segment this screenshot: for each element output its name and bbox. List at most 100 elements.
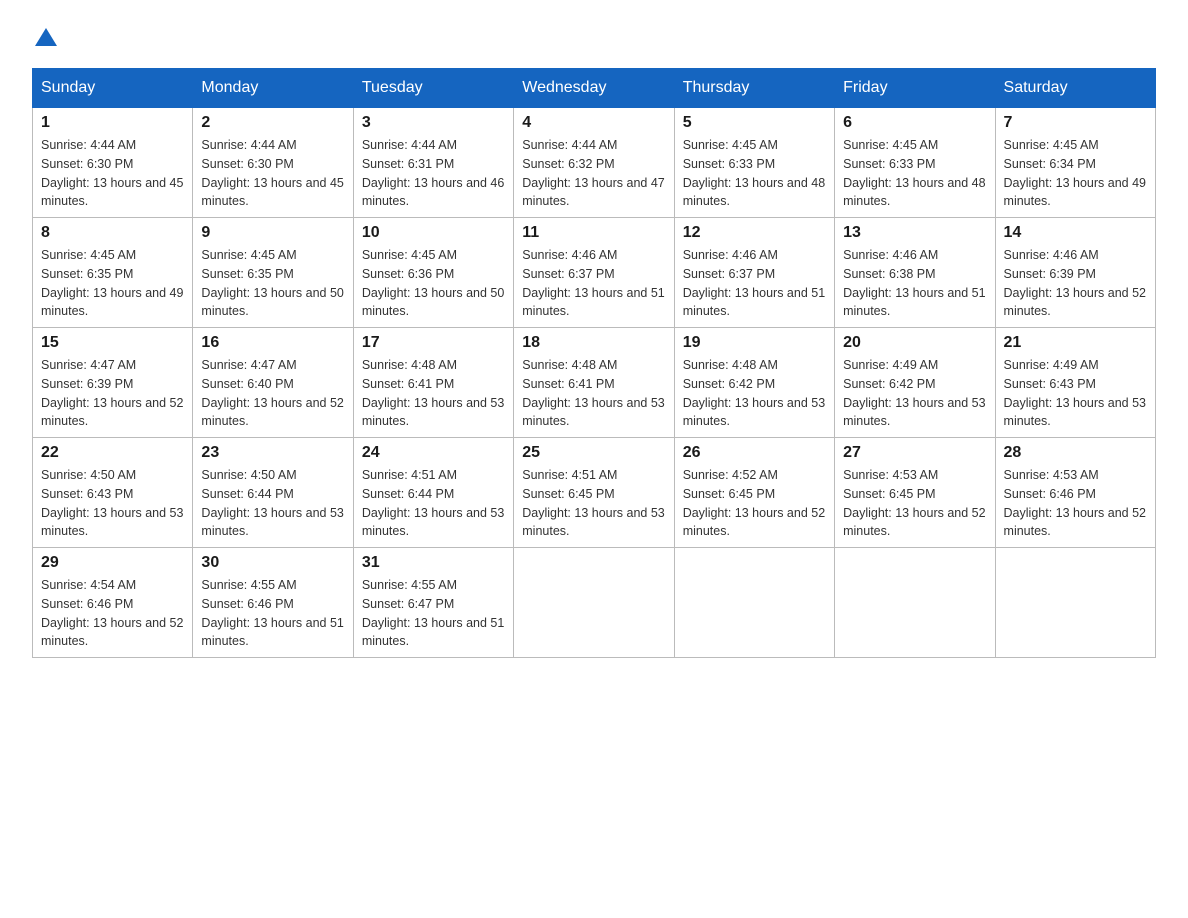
day-info: Sunrise: 4:44 AMSunset: 6:32 PMDaylight:… xyxy=(522,136,665,211)
calendar-cell: 10 Sunrise: 4:45 AMSunset: 6:36 PMDayligh… xyxy=(353,218,513,328)
day-info: Sunrise: 4:52 AMSunset: 6:45 PMDaylight:… xyxy=(683,466,826,541)
day-info: Sunrise: 4:45 AMSunset: 6:36 PMDaylight:… xyxy=(362,246,505,321)
calendar-cell: 5Sunrise: 4:45 AMSunset: 6:33 PMDaylight… xyxy=(674,108,834,218)
day-info: Sunrise: 4:45 AMSunset: 6:33 PMDaylight:… xyxy=(843,136,986,211)
day-info: Sunrise: 4:48 AMSunset: 6:41 PMDaylight:… xyxy=(522,356,665,431)
calendar-week-row: 29 Sunrise: 4:54 AMSunset: 6:46 PMDayligh… xyxy=(33,548,1156,658)
calendar-cell: 12Sunrise: 4:46 AMSunset: 6:37 PMDayligh… xyxy=(674,218,834,328)
day-number: 2 xyxy=(201,114,344,132)
weekday-header-monday: Monday xyxy=(193,69,353,108)
day-number: 15 xyxy=(41,334,184,352)
day-info: Sunrise: 4:53 AMSunset: 6:46 PMDaylight:… xyxy=(1004,466,1147,541)
calendar-cell xyxy=(674,548,834,658)
calendar-cell: 15 Sunrise: 4:47 AMSunset: 6:39 PMDayligh… xyxy=(33,328,193,438)
calendar-cell: 31Sunrise: 4:55 AMSunset: 6:47 PMDayligh… xyxy=(353,548,513,658)
calendar-week-row: 15 Sunrise: 4:47 AMSunset: 6:39 PMDayligh… xyxy=(33,328,1156,438)
day-info: Sunrise: 4:55 AMSunset: 6:46 PMDaylight:… xyxy=(201,576,344,651)
calendar-cell: 30 Sunrise: 4:55 AMSunset: 6:46 PMDayligh… xyxy=(193,548,353,658)
day-number: 7 xyxy=(1004,114,1147,132)
day-info: Sunrise: 4:45 AMSunset: 6:35 PMDaylight:… xyxy=(201,246,344,321)
weekday-header-friday: Friday xyxy=(835,69,995,108)
day-info: Sunrise: 4:46 AMSunset: 6:38 PMDaylight:… xyxy=(843,246,986,321)
calendar-cell xyxy=(835,548,995,658)
calendar-cell: 29 Sunrise: 4:54 AMSunset: 6:46 PMDayligh… xyxy=(33,548,193,658)
weekday-header-saturday: Saturday xyxy=(995,69,1155,108)
weekday-header-wednesday: Wednesday xyxy=(514,69,674,108)
day-number: 8 xyxy=(41,224,184,242)
calendar-week-row: 8 Sunrise: 4:45 AMSunset: 6:35 PMDaylight… xyxy=(33,218,1156,328)
day-info: Sunrise: 4:49 AMSunset: 6:43 PMDaylight:… xyxy=(1004,356,1147,431)
day-number: 20 xyxy=(843,334,986,352)
weekday-header-thursday: Thursday xyxy=(674,69,834,108)
calendar-cell: 21 Sunrise: 4:49 AMSunset: 6:43 PMDayligh… xyxy=(995,328,1155,438)
calendar-cell: 20 Sunrise: 4:49 AMSunset: 6:42 PMDayligh… xyxy=(835,328,995,438)
logo-triangle-icon xyxy=(35,26,57,48)
day-number: 4 xyxy=(522,114,665,132)
calendar-cell: 9 Sunrise: 4:45 AMSunset: 6:35 PMDaylight… xyxy=(193,218,353,328)
day-info: Sunrise: 4:44 AMSunset: 6:30 PMDaylight:… xyxy=(41,136,184,211)
calendar-cell: 24 Sunrise: 4:51 AMSunset: 6:44 PMDayligh… xyxy=(353,438,513,548)
calendar-cell: 2Sunrise: 4:44 AMSunset: 6:30 PMDaylight… xyxy=(193,108,353,218)
calendar-cell: 14 Sunrise: 4:46 AMSunset: 6:39 PMDayligh… xyxy=(995,218,1155,328)
weekday-header-tuesday: Tuesday xyxy=(353,69,513,108)
day-info: Sunrise: 4:47 AMSunset: 6:39 PMDaylight:… xyxy=(41,356,184,431)
weekday-header-sunday: Sunday xyxy=(33,69,193,108)
day-number: 12 xyxy=(683,224,826,242)
day-number: 27 xyxy=(843,444,986,462)
day-number: 14 xyxy=(1004,224,1147,242)
day-info: Sunrise: 4:45 AMSunset: 6:33 PMDaylight:… xyxy=(683,136,826,211)
calendar-cell: 17Sunrise: 4:48 AMSunset: 6:41 PMDayligh… xyxy=(353,328,513,438)
day-number: 28 xyxy=(1004,444,1147,462)
day-number: 30 xyxy=(201,554,344,572)
calendar-cell: 26Sunrise: 4:52 AMSunset: 6:45 PMDayligh… xyxy=(674,438,834,548)
day-info: Sunrise: 4:46 AMSunset: 6:39 PMDaylight:… xyxy=(1004,246,1147,321)
day-info: Sunrise: 4:46 AMSunset: 6:37 PMDaylight:… xyxy=(522,246,665,321)
day-number: 13 xyxy=(843,224,986,242)
day-number: 17 xyxy=(362,334,505,352)
calendar-cell: 18 Sunrise: 4:48 AMSunset: 6:41 PMDayligh… xyxy=(514,328,674,438)
calendar-cell: 11 Sunrise: 4:46 AMSunset: 6:37 PMDayligh… xyxy=(514,218,674,328)
day-number: 10 xyxy=(362,224,505,242)
calendar-cell: 6Sunrise: 4:45 AMSunset: 6:33 PMDaylight… xyxy=(835,108,995,218)
day-number: 21 xyxy=(1004,334,1147,352)
day-info: Sunrise: 4:50 AMSunset: 6:43 PMDaylight:… xyxy=(41,466,184,541)
day-info: Sunrise: 4:51 AMSunset: 6:44 PMDaylight:… xyxy=(362,466,505,541)
calendar-cell: 4 Sunrise: 4:44 AMSunset: 6:32 PMDaylight… xyxy=(514,108,674,218)
day-info: Sunrise: 4:54 AMSunset: 6:46 PMDaylight:… xyxy=(41,576,184,651)
calendar-cell: 22 Sunrise: 4:50 AMSunset: 6:43 PMDayligh… xyxy=(33,438,193,548)
day-number: 11 xyxy=(522,224,665,242)
day-info: Sunrise: 4:44 AMSunset: 6:31 PMDaylight:… xyxy=(362,136,505,211)
day-number: 19 xyxy=(683,334,826,352)
day-info: Sunrise: 4:55 AMSunset: 6:47 PMDaylight:… xyxy=(362,576,505,651)
day-number: 25 xyxy=(522,444,665,462)
calendar-cell: 27 Sunrise: 4:53 AMSunset: 6:45 PMDayligh… xyxy=(835,438,995,548)
day-number: 1 xyxy=(41,114,184,132)
calendar-cell: 1 Sunrise: 4:44 AMSunset: 6:30 PMDaylight… xyxy=(33,108,193,218)
day-info: Sunrise: 4:47 AMSunset: 6:40 PMDaylight:… xyxy=(201,356,344,431)
calendar-cell: 16Sunrise: 4:47 AMSunset: 6:40 PMDayligh… xyxy=(193,328,353,438)
calendar-cell: 25 Sunrise: 4:51 AMSunset: 6:45 PMDayligh… xyxy=(514,438,674,548)
day-info: Sunrise: 4:49 AMSunset: 6:42 PMDaylight:… xyxy=(843,356,986,431)
calendar-cell: 28 Sunrise: 4:53 AMSunset: 6:46 PMDayligh… xyxy=(995,438,1155,548)
day-info: Sunrise: 4:48 AMSunset: 6:42 PMDaylight:… xyxy=(683,356,826,431)
calendar-cell: 3 Sunrise: 4:44 AMSunset: 6:31 PMDaylight… xyxy=(353,108,513,218)
calendar-cell: 23Sunrise: 4:50 AMSunset: 6:44 PMDayligh… xyxy=(193,438,353,548)
calendar-cell xyxy=(514,548,674,658)
day-info: Sunrise: 4:51 AMSunset: 6:45 PMDaylight:… xyxy=(522,466,665,541)
day-number: 24 xyxy=(362,444,505,462)
calendar-week-row: 1 Sunrise: 4:44 AMSunset: 6:30 PMDaylight… xyxy=(33,108,1156,218)
day-info: Sunrise: 4:45 AMSunset: 6:35 PMDaylight:… xyxy=(41,246,184,321)
day-number: 9 xyxy=(201,224,344,242)
calendar-cell xyxy=(995,548,1155,658)
logo xyxy=(32,24,57,48)
day-number: 29 xyxy=(41,554,184,572)
day-info: Sunrise: 4:50 AMSunset: 6:44 PMDaylight:… xyxy=(201,466,344,541)
day-info: Sunrise: 4:53 AMSunset: 6:45 PMDaylight:… xyxy=(843,466,986,541)
page-header xyxy=(32,24,1156,48)
day-number: 22 xyxy=(41,444,184,462)
calendar-cell: 7Sunrise: 4:45 AMSunset: 6:34 PMDaylight… xyxy=(995,108,1155,218)
day-number: 18 xyxy=(522,334,665,352)
calendar-cell: 19 Sunrise: 4:48 AMSunset: 6:42 PMDayligh… xyxy=(674,328,834,438)
weekday-header-row: SundayMondayTuesdayWednesdayThursdayFrid… xyxy=(33,69,1156,108)
day-number: 3 xyxy=(362,114,505,132)
